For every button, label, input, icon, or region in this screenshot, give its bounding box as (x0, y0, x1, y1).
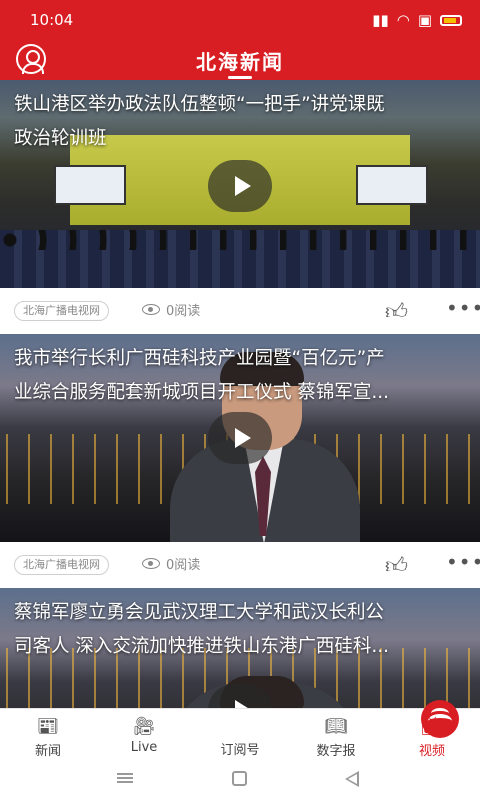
video-title[interactable]: 铁山港区举办政法队伍整顿“一把手”讲党课既 政治轮训班 (0, 80, 480, 156)
video-thumbnail[interactable]: 我市举行长利广西硅科技产业园暨“百亿元”产 业综合服务配套新城项目开工仪式 蔡锦… (0, 334, 480, 542)
like-icon[interactable]: 👍︎ (385, 552, 408, 579)
video-title[interactable]: 我市举行长利广西硅科技产业园暨“百亿元”产 业综合服务配套新城项目开工仪式 蔡锦… (0, 334, 480, 410)
news-icon: 📰︎ (36, 716, 60, 737)
views-text: 0阅读 (166, 304, 201, 319)
feed-card[interactable]: 蔡锦军廖立勇会见武汉理工大学和武汉长利公 司客人 深入交流加快推进铁山东港广西硅… (0, 588, 480, 708)
video-feed[interactable]: 铁山港区举办政法队伍整顿“一把手”讲党课既 政治轮训班 北海广播电视网 0阅读 … (0, 80, 480, 708)
view-count: 0阅读 (142, 300, 200, 319)
more-icon[interactable]: ••• (446, 296, 480, 320)
projector-screen (356, 165, 428, 205)
feed-card[interactable]: 我市举行长利广西硅科技产业园暨“百亿元”产 业综合服务配套新城项目开工仪式 蔡锦… (0, 334, 480, 588)
card-meta: 北海广播电视网 0阅读 👍︎ ••• (0, 288, 480, 334)
eye-icon (142, 558, 160, 569)
status-bar: 10:04 ▮▮ ◠ ▣ (0, 0, 480, 40)
like-icon[interactable]: 👍︎ (385, 298, 408, 325)
page-title: 北海新闻 (196, 50, 284, 74)
views-text: 0阅读 (166, 558, 201, 573)
card-meta: 北海广播电视网 0阅读 👍︎ ••• (0, 542, 480, 588)
video-thumbnail[interactable]: 铁山港区举办政法队伍整顿“一把手”讲党课既 政治轮训班 (0, 80, 480, 288)
tab-news[interactable]: 📰︎ 新闻 (8, 709, 88, 761)
bottom-tab-bar: 📰︎ 新闻 🎥︎ Live 订阅号 📖︎ 数字报 📺︎ 视频 (0, 700, 480, 761)
home-icon[interactable] (232, 771, 247, 786)
tab-label: Live (130, 740, 158, 755)
eye-icon (142, 304, 160, 315)
tab-label: 数字报 (316, 744, 356, 759)
status-icons: ▮▮ ◠ ▣ (372, 11, 462, 29)
app-header: 北海新闻 (0, 40, 480, 80)
camera-icon: 🎥︎ (132, 716, 156, 737)
source-badge: 北海广播电视网 (14, 301, 109, 321)
video-title-line: 政治轮训班 (14, 128, 107, 149)
wifi-icon: ◠ (396, 11, 410, 29)
title-indicator (228, 76, 252, 79)
tv-icon: 📺︎ (420, 716, 444, 737)
sim-icon: ▣ (417, 11, 432, 29)
tab-subscriptions[interactable]: 订阅号 (200, 700, 459, 761)
source-badge: 北海广播电视网 (14, 555, 109, 575)
battery-icon (440, 14, 462, 26)
play-icon[interactable] (208, 412, 272, 464)
view-count: 0阅读 (142, 554, 200, 573)
system-nav-bar (0, 760, 480, 800)
tab-live[interactable]: 🎥︎ Live (104, 709, 184, 761)
video-title-line: 铁山港区举办政法队伍整顿“一把手”讲党课既 (14, 94, 385, 115)
video-title-line: 蔡锦军廖立勇会见武汉理工大学和武汉长利公 (14, 602, 385, 623)
tab-label: 视频 (418, 744, 445, 759)
more-icon[interactable]: ••• (446, 550, 480, 574)
play-icon[interactable] (208, 160, 272, 212)
signal-icon: ▮▮ (372, 11, 389, 29)
tab-video[interactable]: 📺︎ 视频 (392, 709, 472, 761)
recent-apps-icon[interactable] (117, 773, 133, 783)
projector-screen (54, 165, 126, 205)
video-title[interactable]: 蔡锦军廖立勇会见武汉理工大学和武汉长利公 司客人 深入交流加快推进铁山东港广西硅… (0, 588, 480, 664)
back-icon[interactable] (345, 771, 359, 787)
video-title-line: 司客人 深入交流加快推进铁山东港广西硅科... (14, 636, 390, 657)
status-time: 10:04 (30, 11, 74, 29)
tab-digital-paper[interactable]: 📖︎ 数字报 (296, 709, 376, 761)
video-title-line: 业综合服务配套新城项目开工仪式 蔡锦军宣... (14, 382, 390, 403)
book-icon: 📖︎ (324, 716, 348, 737)
tab-label: 订阅号 (220, 743, 260, 758)
audience (0, 230, 480, 288)
video-title-line: 我市举行长利广西硅科技产业园暨“百亿元”产 (14, 348, 385, 369)
feed-card[interactable]: 铁山港区举办政法队伍整顿“一把手”讲党课既 政治轮训班 北海广播电视网 0阅读 … (0, 80, 480, 334)
video-thumbnail[interactable]: 蔡锦军廖立勇会见武汉理工大学和武汉长利公 司客人 深入交流加快推进铁山东港广西硅… (0, 588, 480, 708)
tab-label: 新闻 (34, 744, 61, 759)
